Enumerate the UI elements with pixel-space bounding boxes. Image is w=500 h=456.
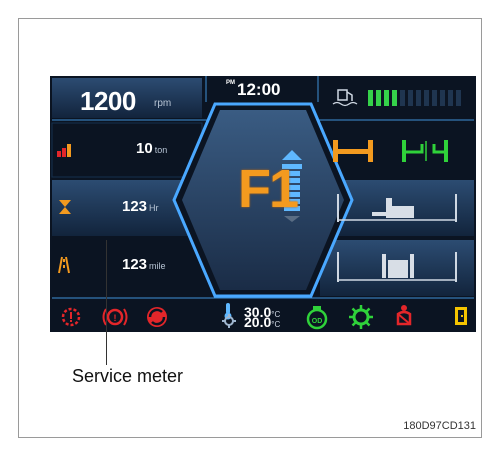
- load-weight: 10 ton: [136, 140, 167, 157]
- callout-label: Service meter: [72, 366, 184, 386]
- fuel-segment-unlit: [448, 90, 453, 106]
- hour-meter: 123 Hr: [122, 198, 159, 215]
- fuel-segment-lit: [376, 90, 381, 106]
- hour-meter-unit: Hr: [149, 203, 159, 213]
- load-panel: [51, 122, 203, 178]
- fuel-segment-unlit: [432, 90, 437, 106]
- fuel-tank-icon: [332, 89, 358, 107]
- clock-time: 12:00: [237, 80, 281, 99]
- callout-leader-line: [106, 240, 107, 365]
- forks-tilt-icon: [402, 140, 448, 162]
- service-meter-unit: mile: [149, 261, 166, 271]
- eco-mode-icon: OD: [306, 306, 328, 330]
- brake-warning-icon: !: [102, 308, 128, 326]
- lift-front-icon: [337, 252, 457, 282]
- lift-side-icon: [337, 194, 457, 222]
- service-meter: 123 mile: [122, 256, 166, 273]
- fuel-segment-unlit: [456, 90, 461, 106]
- seatbelt-icon: [396, 305, 412, 326]
- fuel-segment-unlit: [424, 90, 429, 106]
- oil-temp-unit: °C: [271, 320, 281, 329]
- hour-meter-icon: [59, 200, 71, 214]
- cluster-display: 1200 rpm PM 12:00 10 ton 123 Hr 123 mile F1: [50, 76, 476, 332]
- load-weight-icon: [57, 144, 71, 157]
- fuel-segment-unlit: [400, 90, 405, 106]
- engine-speed-value: 1200: [80, 86, 136, 116]
- oil-temp: 20.0°C: [244, 314, 280, 330]
- service-meter-value: 123: [122, 256, 148, 273]
- oil-temp-value: 20.0: [244, 314, 272, 330]
- fuel-segment-unlit: [416, 90, 421, 106]
- engine-warning-icon: [61, 307, 81, 327]
- clock: PM 12:00: [226, 80, 280, 100]
- load-weight-value: 10: [136, 140, 153, 157]
- gear-indicator: F1: [238, 159, 299, 219]
- fuel-segment-lit: [392, 90, 397, 106]
- fuel-segment-lit: [368, 90, 373, 106]
- door-icon: [455, 307, 467, 325]
- engine-speed-unit: rpm: [154, 98, 172, 109]
- service-meter-icon: [58, 256, 70, 274]
- hour-meter-value: 123: [122, 198, 148, 215]
- load-weight-unit: ton: [154, 145, 168, 155]
- svg-text:!: !: [114, 313, 117, 323]
- figure-code: 180D97CD131: [403, 420, 476, 432]
- fuel-segment-lit: [384, 90, 389, 106]
- fuel-segment-unlit: [408, 90, 413, 106]
- steering-warning-icon: [147, 307, 167, 327]
- forks-level-icon: [333, 140, 373, 162]
- svg-text:OD: OD: [312, 318, 323, 325]
- fuel-segment-unlit: [440, 90, 445, 106]
- clock-ampm: PM: [226, 80, 235, 86]
- fuel-level-gauge: [368, 90, 461, 106]
- auto-gear-icon: [349, 305, 373, 329]
- gear-oil-icon: [222, 314, 236, 328]
